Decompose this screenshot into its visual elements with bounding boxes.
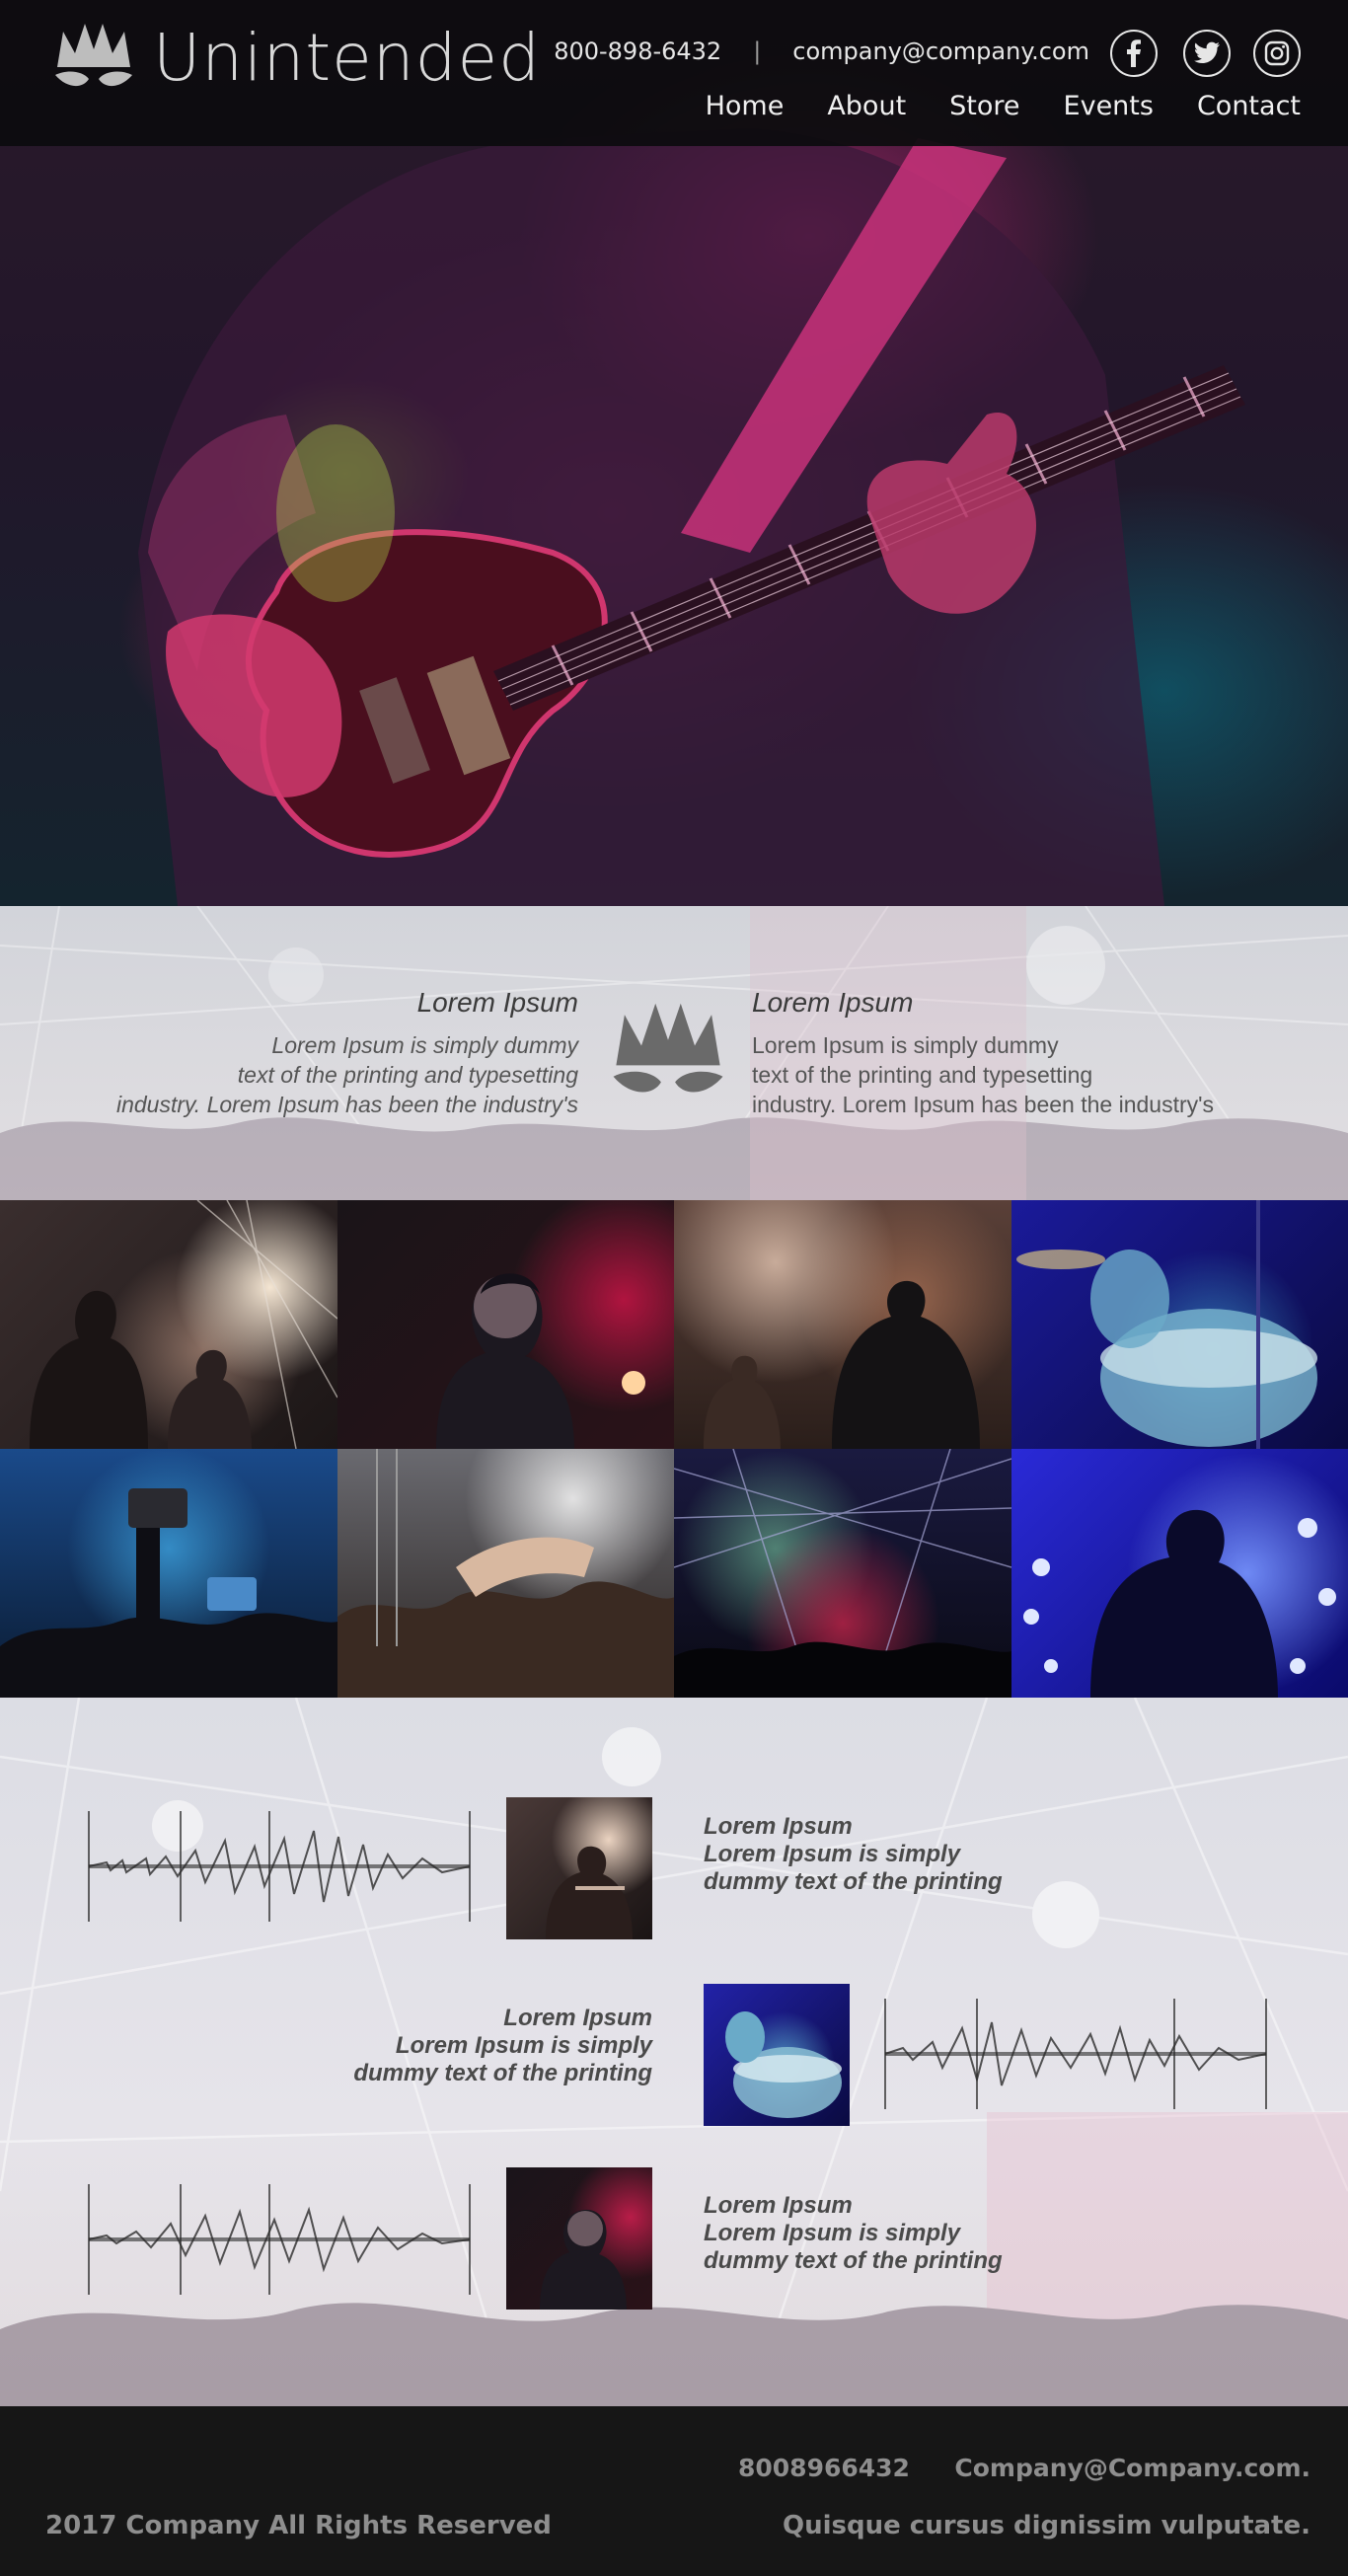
crowd-phones-photo[interactable] [0, 1449, 337, 1698]
intro-right-line-3: industry. Lorem Ipsum has been the indus… [752, 1092, 1215, 1117]
track-info: Lorem Ipsum Lorem Ipsum is simply dummy … [353, 2005, 652, 2087]
audio-waveform[interactable] [87, 2184, 472, 2295]
site-footer: 8008966432 Company@Company.com. 2017 Com… [0, 2406, 1348, 2576]
brand-name[interactable]: Unintended [153, 26, 541, 91]
header-phone[interactable]: 800-898-6432 [554, 38, 721, 65]
photo-gallery [0, 1200, 1348, 1698]
track-desc-line-2: dummy text of the printing [704, 1868, 1003, 1895]
footer-copyright: 2017 Company All Rights Reserved [45, 2511, 552, 2540]
singer-photo[interactable] [337, 1200, 674, 1449]
audio-waveform[interactable] [883, 1999, 1268, 2109]
intro-left-line-3: industry. Lorem Ipsum has been the indus… [115, 1092, 578, 1117]
track-info: Lorem Ipsum Lorem Ipsum is simply dummy … [704, 1813, 1003, 1896]
intro-left-line-2: text of the printing and typesetting [237, 1062, 578, 1088]
instagram-icon[interactable] [1253, 30, 1301, 77]
concert-band-photo[interactable] [0, 1200, 337, 1449]
intro-section: Lorem Ipsum Lorem Ipsum is simply dummy … [0, 906, 1348, 1200]
intro-right-block: Lorem Ipsum Lorem Ipsum is simply dummy … [752, 987, 1214, 1119]
stage-lights-photo[interactable] [674, 1449, 1011, 1698]
silhouette-blue-lights-photo[interactable] [1011, 1449, 1348, 1698]
footer-phone[interactable]: 8008966432 [738, 2454, 910, 2482]
crown-logo-icon[interactable] [49, 20, 138, 99]
intro-left-line-1: Lorem Ipsum is simply dummy [271, 1032, 578, 1058]
track-thumbnail[interactable] [704, 1984, 850, 2126]
intro-right-title: Lorem Ipsum [752, 987, 914, 1018]
footer-email[interactable]: Company@Company.com. [954, 2454, 1311, 2482]
track-title[interactable]: Lorem Ipsum [704, 1813, 1003, 1841]
track-desc-line-2: dummy text of the printing [704, 2247, 1003, 2274]
header-separator: | [753, 38, 762, 65]
header-contact: 800-898-6432 | company@company.com [554, 38, 1089, 65]
intro-left-title: Lorem Ipsum [416, 987, 578, 1018]
track-title[interactable]: Lorem Ipsum [704, 2192, 1003, 2220]
intro-right-line-2: text of the printing and typesetting [752, 1062, 1093, 1088]
nav-contact[interactable]: Contact [1197, 91, 1301, 121]
blue-drum-kit-photo[interactable] [1011, 1200, 1348, 1449]
audio-waveform[interactable] [87, 1811, 472, 1922]
track-title[interactable]: Lorem Ipsum [353, 2005, 652, 2032]
crowd-surfer-photo[interactable] [337, 1449, 674, 1698]
header-email[interactable]: company@company.com [792, 38, 1089, 65]
footer-tagline: Quisque cursus dignissim vulputate. [782, 2511, 1311, 2540]
track-desc-line-1: Lorem Ipsum is simply [704, 2220, 961, 2246]
site-header: Unintended 800-898-6432 | company@compan… [0, 0, 1348, 146]
twitter-icon[interactable] [1183, 30, 1231, 77]
intro-right-line-1: Lorem Ipsum is simply dummy [752, 1032, 1059, 1058]
nav-about[interactable]: About [827, 91, 906, 121]
tracks-section: Lorem Ipsum Lorem Ipsum is simply dummy … [0, 1698, 1348, 2406]
track-info: Lorem Ipsum Lorem Ipsum is simply dummy … [704, 2192, 1003, 2275]
main-nav: Home About Store Events Contact [706, 91, 1301, 121]
nav-events[interactable]: Events [1064, 91, 1154, 121]
track-thumbnail[interactable] [506, 2167, 652, 2310]
nav-store[interactable]: Store [949, 91, 1019, 121]
intro-left-block: Lorem Ipsum Lorem Ipsum is simply dummy … [116, 987, 578, 1119]
track-desc-line-2: dummy text of the printing [353, 2060, 652, 2086]
track-desc-line-1: Lorem Ipsum is simply [395, 2032, 652, 2059]
track-thumbnail[interactable] [506, 1797, 652, 1939]
facebook-icon[interactable] [1110, 30, 1158, 77]
crown-logo-icon [613, 1003, 723, 1093]
smoky-stage-photo[interactable] [674, 1200, 1011, 1449]
nav-home[interactable]: Home [706, 91, 785, 121]
track-desc-line-1: Lorem Ipsum is simply [704, 1841, 961, 1867]
